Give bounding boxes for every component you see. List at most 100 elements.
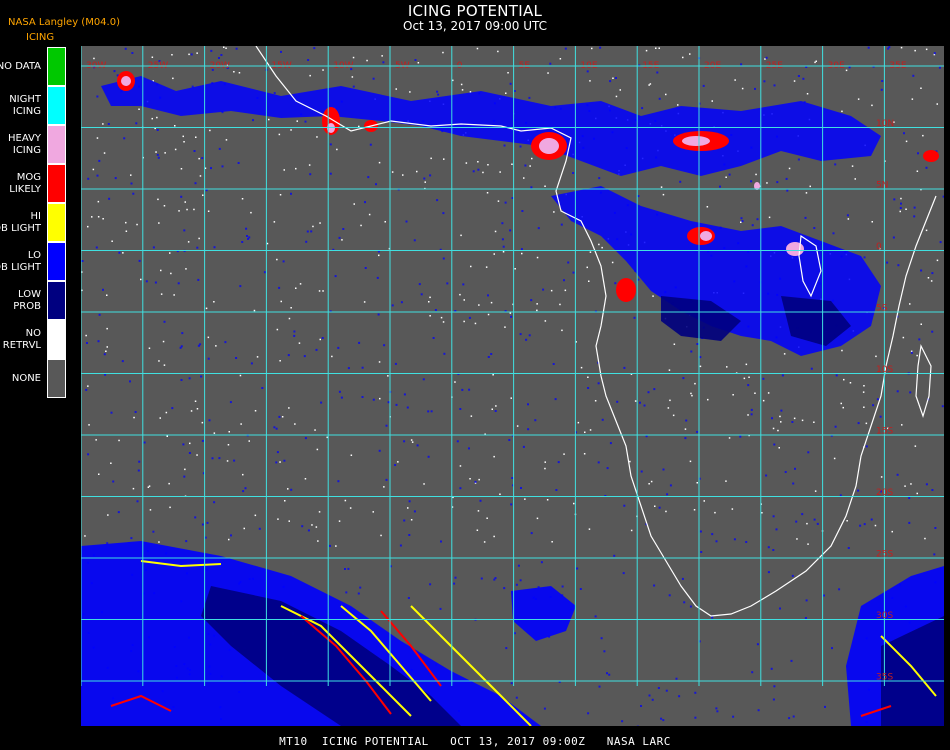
no-retrieval-pixel [411, 441, 414, 443]
low-prob-pixel [623, 504, 626, 507]
low-prob-pixel [442, 257, 445, 260]
low-prob-pixel [86, 342, 88, 344]
low-prob-pixel [385, 424, 388, 427]
no-retrieval-pixel [110, 462, 112, 464]
no-retrieval-pixel [788, 167, 791, 170]
no-retrieval-pixel [665, 93, 667, 96]
no-retrieval-pixel [551, 541, 553, 543]
no-retrieval-pixel [779, 415, 781, 418]
low-prob-pixel [241, 241, 244, 243]
low-prob-pixel [504, 201, 507, 204]
legend-label: NONE [11, 372, 41, 384]
low-prob-pixel [443, 352, 446, 355]
low-prob-pixel [603, 650, 606, 653]
low-prob-pixel [711, 616, 714, 619]
low-prob-pixel [490, 353, 493, 355]
no-retrieval-pixel [669, 399, 671, 402]
no-retrieval-pixel [273, 221, 276, 223]
low-prob-pixel [372, 77, 375, 80]
low-prob-pixel [563, 279, 565, 282]
no-retrieval-pixel [163, 205, 166, 207]
legend-swatch [47, 320, 66, 359]
no-retrieval-pixel [319, 222, 321, 224]
low-prob-pixel [422, 378, 425, 381]
low-prob-pixel [244, 487, 247, 490]
no-retrieval-pixel [140, 278, 142, 281]
no-retrieval-pixel [465, 162, 468, 164]
no-retrieval-pixel [296, 120, 298, 122]
no-retrieval-pixel [402, 174, 404, 176]
no-retrieval-pixel [149, 509, 152, 511]
low-prob-pixel [400, 301, 403, 304]
no-retrieval-pixel [159, 417, 161, 419]
low-prob-pixel [278, 415, 281, 418]
low-prob-pixel [511, 477, 514, 479]
low-prob-pixel [96, 95, 99, 98]
low-prob-pixel [342, 228, 345, 230]
no-retrieval-pixel [469, 91, 472, 93]
low-prob-pixel [745, 541, 748, 543]
low-prob-pixel [242, 490, 245, 493]
low-prob-pixel [920, 269, 923, 272]
low-prob-pixel [357, 592, 360, 595]
low-prob-pixel [893, 198, 896, 201]
no-retrieval-pixel [368, 213, 371, 216]
no-retrieval-pixel [279, 461, 281, 463]
low-prob-pixel [779, 607, 781, 610]
low-prob-pixel [197, 344, 200, 347]
low-prob-pixel [765, 474, 768, 477]
low-prob-pixel [776, 181, 779, 184]
low-prob-pixel [247, 237, 249, 240]
low-prob-pixel [863, 256, 866, 259]
low-prob-pixel [859, 524, 862, 527]
no-retrieval-pixel [188, 53, 190, 56]
no-retrieval-pixel [494, 230, 497, 233]
legend-label: NIGHT ICING [9, 93, 41, 117]
lat-label: 20S [876, 488, 893, 498]
no-retrieval-pixel [857, 98, 860, 100]
no-retrieval-pixel [111, 240, 113, 242]
no-retrieval-pixel [755, 173, 757, 176]
no-retrieval-pixel [813, 421, 815, 423]
no-retrieval-pixel [693, 509, 696, 511]
low-prob-pixel [658, 506, 661, 509]
low-prob-pixel [208, 419, 211, 422]
low-prob-pixel [304, 437, 307, 440]
low-prob-pixel [756, 643, 759, 646]
low-prob-pixel [537, 227, 540, 230]
no-retrieval-pixel [187, 241, 190, 243]
no-retrieval-pixel [442, 51, 444, 54]
low-prob-pixel [801, 513, 804, 516]
no-retrieval-pixel [863, 406, 865, 408]
low-prob-pixel [775, 528, 778, 531]
low-prob-pixel [685, 419, 688, 422]
low-prob-pixel [785, 177, 788, 180]
no-retrieval-pixel [689, 53, 691, 55]
no-retrieval-pixel [288, 520, 290, 522]
no-retrieval-pixel [254, 514, 257, 517]
no-retrieval-pixel [443, 158, 445, 160]
no-retrieval-pixel [442, 321, 445, 323]
no-retrieval-pixel [841, 349, 843, 352]
no-retrieval-pixel [766, 182, 768, 184]
no-retrieval-pixel [103, 152, 106, 154]
low-prob-pixel [908, 497, 911, 499]
low-prob-pixel [598, 177, 601, 180]
no-retrieval-pixel [384, 221, 386, 223]
low-prob-pixel [791, 574, 794, 577]
low-prob-pixel [408, 500, 411, 503]
no-retrieval-pixel [335, 545, 337, 547]
no-retrieval-pixel [914, 445, 917, 447]
no-retrieval-pixel [801, 419, 804, 422]
low-prob-pixel [237, 162, 240, 164]
no-retrieval-pixel [215, 345, 217, 347]
low-prob-pixel [527, 403, 529, 406]
legend-item-no-data: NO DATA [0, 47, 66, 86]
no-retrieval-pixel [463, 299, 465, 301]
low-prob-pixel [459, 408, 462, 410]
no-retrieval-pixel [509, 312, 512, 314]
no-retrieval-pixel [476, 47, 479, 50]
no-retrieval-pixel [814, 490, 817, 492]
low-prob-pixel [651, 698, 654, 701]
no-retrieval-pixel [290, 307, 292, 309]
